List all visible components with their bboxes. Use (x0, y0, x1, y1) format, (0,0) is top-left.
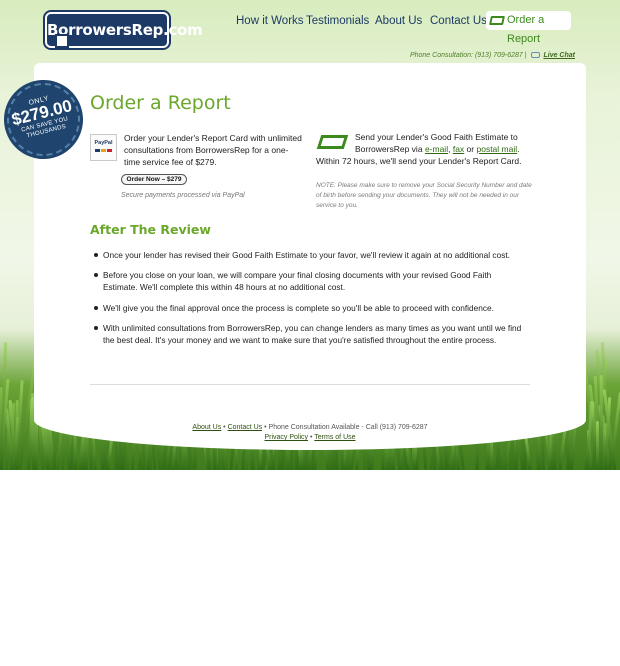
footer-phone: • Phone Consultation Available - Call (9… (264, 424, 428, 431)
chat-bubble-icon (530, 52, 540, 59)
footer-terms-link[interactable]: Terms of Use (314, 434, 355, 441)
nav-how-it-works[interactable]: How it Works (236, 11, 304, 31)
footer-line-1: About Us • Contact Us • Phone Consultati… (192, 424, 428, 431)
report-card-description: Order your Lender's Report Card with unl… (124, 133, 302, 167)
house-icon (55, 34, 69, 48)
postal-mail-link[interactable]: postal mail (476, 144, 517, 154)
nav-order-report-button[interactable]: Order a Report (486, 11, 571, 45)
order-now-button[interactable]: Order Now – $279 (121, 174, 187, 185)
or-text: or (466, 144, 475, 154)
list-item: Once your lender has revised their Good … (94, 249, 523, 261)
list-item: With unlimited consultations from Borrow… (94, 323, 522, 345)
card-logos (91, 149, 116, 152)
email-link[interactable]: e-mail (425, 144, 448, 154)
nav-testimonials[interactable]: Testimonials (306, 11, 369, 31)
nav-contact-us[interactable]: Contact Us (430, 11, 487, 31)
turnaround-text: Within 72 hours, we'll send your Lender'… (316, 156, 522, 166)
paypal-icon: PayPal (90, 134, 117, 161)
credit-card-icon (489, 16, 505, 25)
footer-about-link[interactable]: About Us (192, 424, 221, 431)
list-item: Before you close on your loan, we will c… (94, 269, 523, 293)
document-icon (315, 133, 349, 149)
list-item: We'll give you the final approval once t… (94, 302, 523, 314)
grass-blade (599, 374, 604, 470)
order-report-label: Order a Report (507, 14, 545, 45)
nav-about-us[interactable]: About Us (375, 11, 422, 31)
footer-line-2: Privacy Policy • Terms of Use (264, 434, 356, 441)
secure-payment-note: Secure payments processed via PayPal (121, 192, 245, 199)
page-title: Order a Report (90, 92, 231, 114)
content-divider (90, 384, 530, 385)
fax-link[interactable]: fax (453, 144, 464, 154)
phone-consultation-bar: Phone Consultation: (913) 709-6287 | Liv… (410, 52, 575, 59)
ssn-note: NOTE: Please make sure to remove your So… (316, 182, 532, 209)
after-review-title: After The Review (90, 222, 211, 237)
phone-text: Phone Consultation: (913) 709-6287 | (409, 52, 527, 59)
live-chat-link[interactable]: Live Chat (543, 52, 575, 59)
send-gfe-description: Send your Lender's Good Faith Estimate t… (355, 132, 520, 154)
paypal-label: PayPal (94, 140, 113, 146)
footer-contact-link[interactable]: Contact Us (228, 424, 263, 431)
footer-privacy-link[interactable]: Privacy Policy (264, 434, 308, 441)
